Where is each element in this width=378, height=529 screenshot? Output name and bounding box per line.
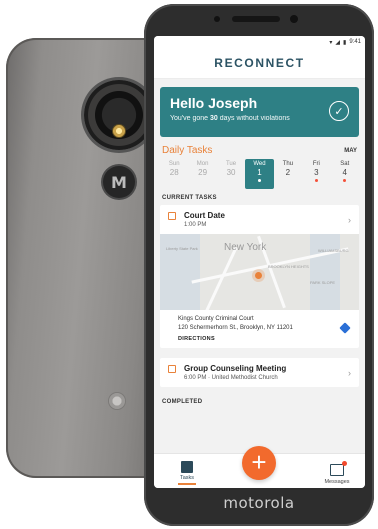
map-pin-icon xyxy=(255,272,262,279)
notification-dot xyxy=(342,461,347,466)
day-name: Sat xyxy=(340,161,350,167)
month-label[interactable]: MAY xyxy=(344,148,357,154)
fingerprint-sensor-icon xyxy=(109,393,125,409)
nav-messages-tab[interactable]: Messages xyxy=(319,461,355,485)
address-line-1: Kings County Criminal Court xyxy=(178,316,254,322)
day-name: Sun xyxy=(168,161,180,167)
app-screen: ▾ ◢ ▮ 9:41 RECONNECT Hello Joseph You've… xyxy=(154,36,365,488)
earpiece-speaker xyxy=(232,16,280,22)
day-tue[interactable]: Tue 30 xyxy=(217,159,245,189)
counseling-card[interactable]: Group Counseling Meeting 6:00 PM · Unite… xyxy=(160,358,359,387)
messages-icon xyxy=(330,461,347,476)
battery-icon: ▮ xyxy=(343,39,347,46)
active-tab-indicator xyxy=(178,483,196,485)
day-name: Tue xyxy=(225,161,237,167)
task-dot-icon xyxy=(314,179,318,182)
status-time: 9:41 xyxy=(349,39,361,45)
court-date-header[interactable]: Court Date 1:00 PM › xyxy=(160,205,359,234)
greeting-card: Hello Joseph You've gone 30 days without… xyxy=(160,87,359,137)
map-label: Liberty State Park xyxy=(166,246,198,251)
day-number: 29 xyxy=(198,168,208,177)
signal-icon: ◢ xyxy=(335,39,340,46)
proximity-sensor xyxy=(214,16,220,22)
chevron-right-icon[interactable]: › xyxy=(348,215,351,225)
motorola-wordmark: motorola xyxy=(223,494,295,512)
day-name: Mon xyxy=(196,161,209,167)
address-line-2: 120 Schermerhorn St., Brooklyn, NY 11201 xyxy=(178,325,293,331)
task-title: Court Date xyxy=(184,211,225,220)
greeting-subtitle: You've gone 30 days without violations xyxy=(170,115,290,122)
task-dot-icon xyxy=(343,179,347,182)
streak-days: 30 xyxy=(210,115,218,122)
bottom-nav: Tasks + Messages xyxy=(154,446,365,488)
nav-tasks-tab[interactable]: Tasks xyxy=(172,461,202,485)
map-water xyxy=(310,234,340,310)
court-date-card[interactable]: Court Date 1:00 PM › New York Liberty St… xyxy=(160,205,359,348)
motorola-logo-icon: M xyxy=(103,166,135,198)
wifi-icon: ▾ xyxy=(329,39,333,46)
task-title: Group Counseling Meeting xyxy=(184,364,287,373)
day-number: 2 xyxy=(285,168,291,177)
day-fri[interactable]: Fri 3 xyxy=(302,159,330,189)
court-address: Kings County Criminal Court 120 Schermer… xyxy=(160,310,359,348)
day-number: 1 xyxy=(257,168,262,177)
day-sat[interactable]: Sat 4 xyxy=(331,159,359,189)
map-label: WILLIAMSBURG xyxy=(318,248,349,253)
add-button[interactable]: + xyxy=(242,446,276,480)
current-tasks-label: CURRENT TASKS xyxy=(162,195,217,201)
day-name: Wed xyxy=(253,161,266,167)
map-city-label: New York xyxy=(224,242,267,253)
front-camera-icon xyxy=(290,15,298,23)
calendar-icon xyxy=(168,212,176,220)
nav-messages-label: Messages xyxy=(324,479,350,485)
check-circle-icon: ✓ xyxy=(329,101,349,121)
map-label: BROOKLYN HEIGHTS xyxy=(268,264,309,269)
app-logo: RECONNECT xyxy=(214,56,305,70)
week-strip: Sun 28 Mon 29 Tue 30 Wed 1 Thu 2 Fri 3 Sat 4 xyxy=(154,159,365,189)
day-name: Fri xyxy=(312,161,320,167)
map-label: PARK SLOPE xyxy=(310,280,336,285)
day-sun[interactable]: Sun 28 xyxy=(160,159,188,189)
day-number: 4 xyxy=(342,168,347,177)
day-number: 30 xyxy=(226,168,236,177)
day-number: 28 xyxy=(169,168,179,177)
status-bar: ▾ ◢ ▮ 9:41 xyxy=(154,36,365,48)
location-map[interactable]: New York Liberty State Park WILLIAMSBURG… xyxy=(160,234,359,310)
tasks-icon xyxy=(181,461,193,473)
app-header: RECONNECT xyxy=(154,48,365,79)
day-name: Thu xyxy=(282,161,294,167)
day-number: 3 xyxy=(314,168,319,177)
day-mon[interactable]: Mon 29 xyxy=(188,159,216,189)
greeting-title: Hello Joseph xyxy=(170,95,258,111)
directions-link[interactable]: DIRECTIONS xyxy=(178,336,351,342)
completed-label: COMPLETED xyxy=(162,399,203,405)
day-thu[interactable]: Thu 2 xyxy=(274,159,302,189)
calendar-icon xyxy=(168,365,176,373)
daily-tasks-title: Daily Tasks xyxy=(162,145,213,156)
task-dot-icon xyxy=(257,179,261,182)
day-wed[interactable]: Wed 1 xyxy=(245,159,274,189)
counseling-header[interactable]: Group Counseling Meeting 6:00 PM · Unite… xyxy=(160,358,359,387)
chevron-right-icon[interactable]: › xyxy=(348,368,351,378)
nav-tasks-label: Tasks xyxy=(179,475,195,481)
task-detail: 6:00 PM · United Methodist Church xyxy=(184,375,278,381)
daily-tasks-header: Daily Tasks MAY xyxy=(154,145,365,156)
task-time: 1:00 PM xyxy=(184,222,207,228)
front-phone: ▾ ◢ ▮ 9:41 RECONNECT Hello Joseph You've… xyxy=(144,4,374,526)
